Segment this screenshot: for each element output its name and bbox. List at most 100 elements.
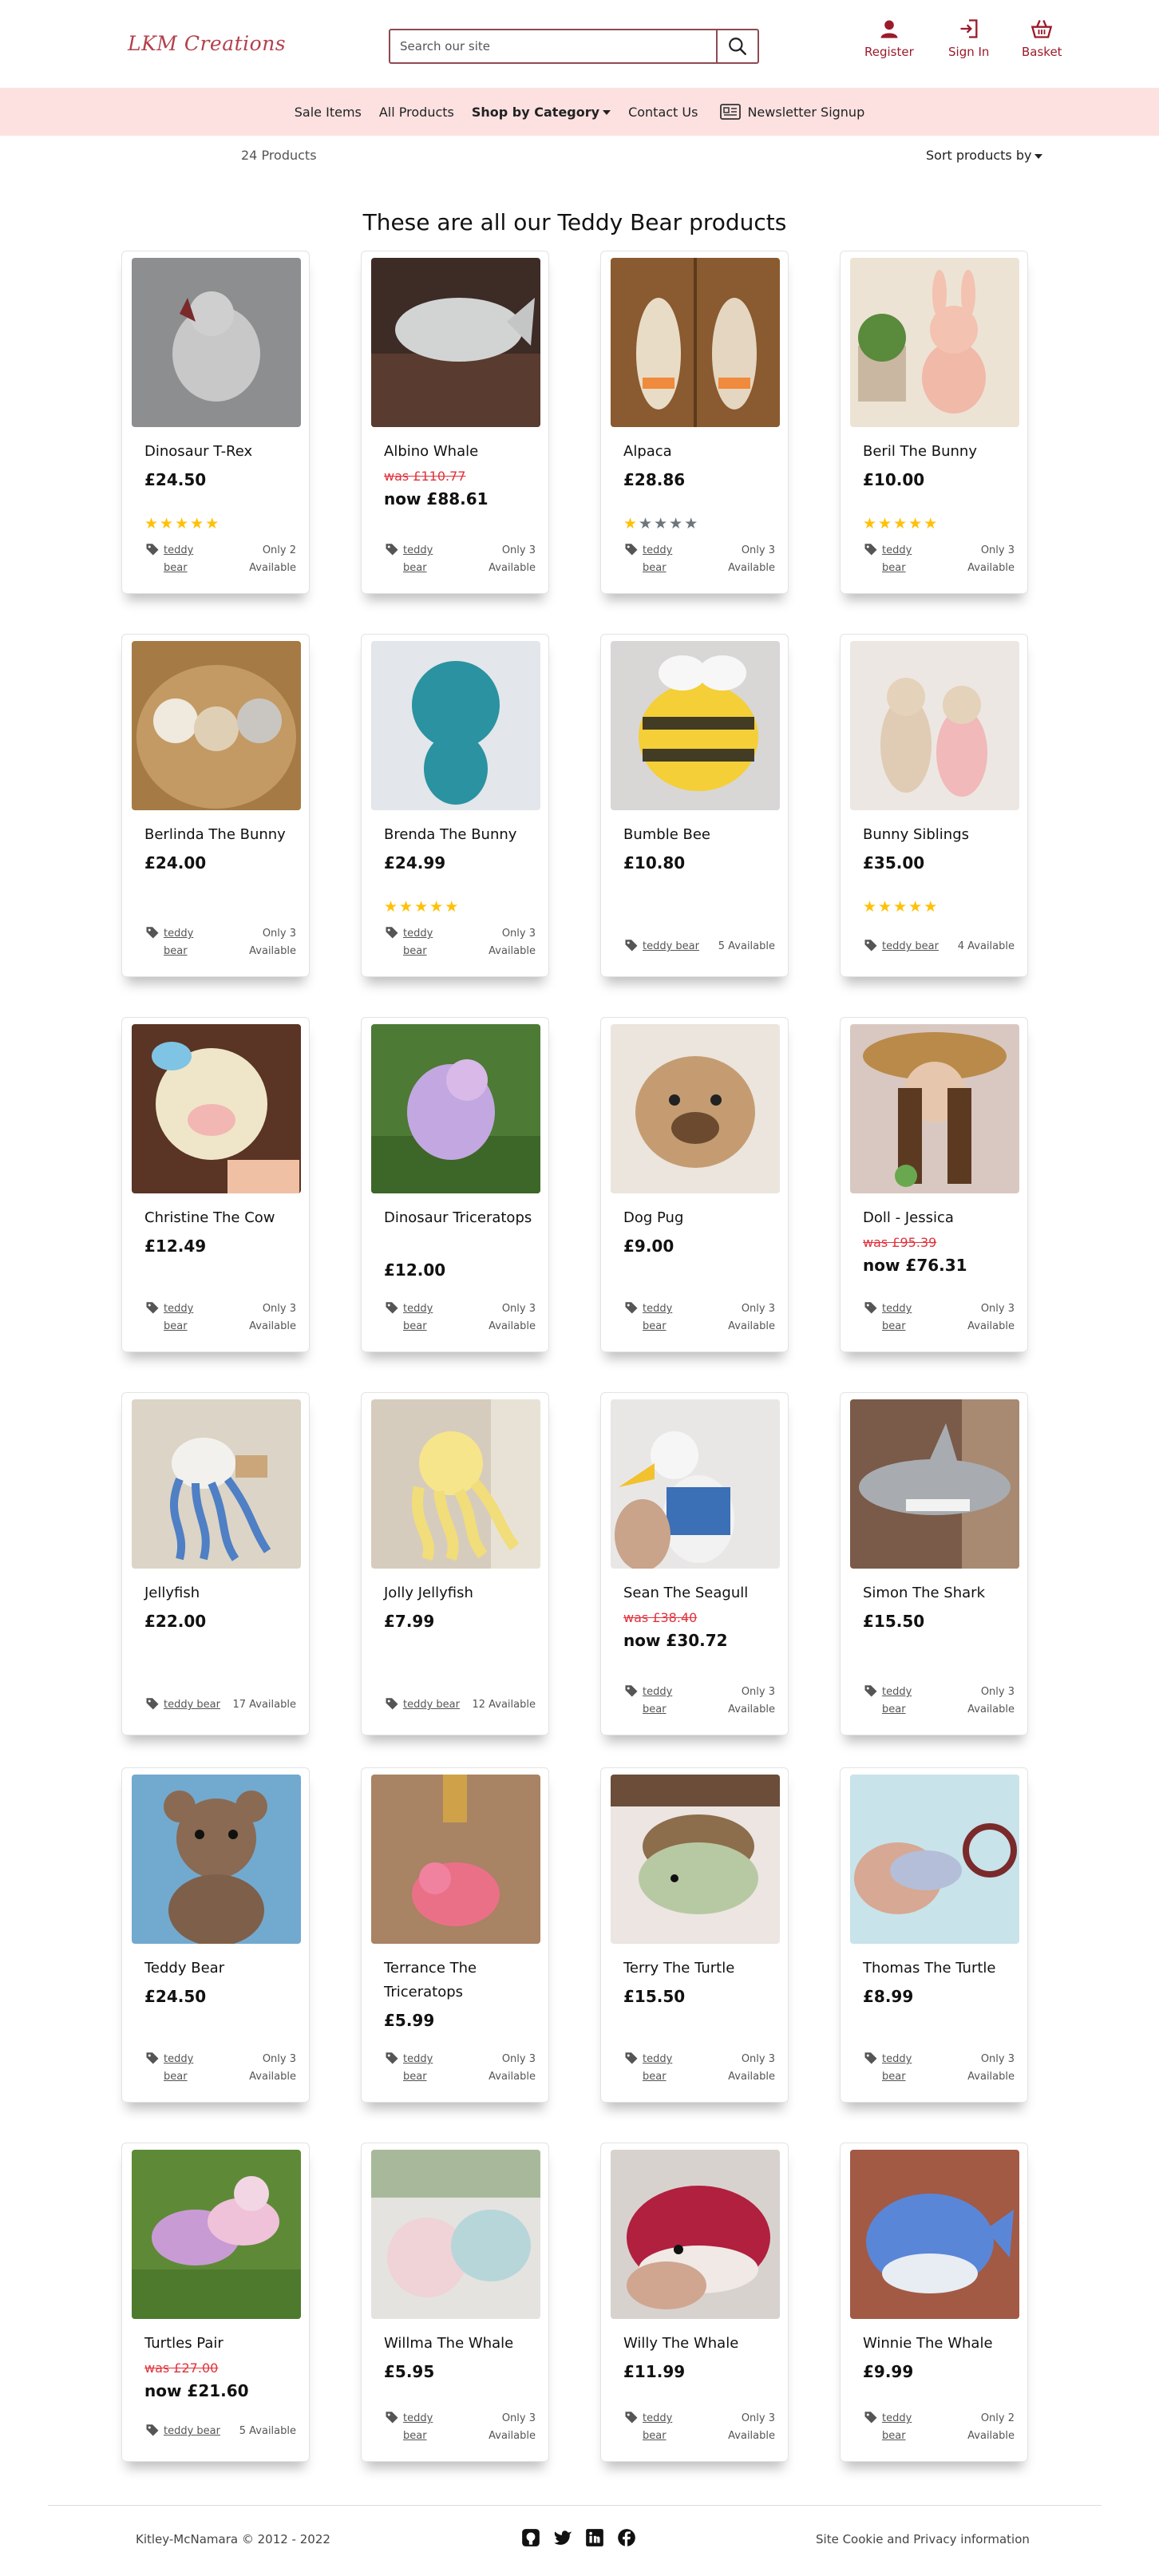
category-tag-link[interactable]: teddy bear — [384, 542, 435, 577]
product-image[interactable] — [850, 1399, 1019, 1569]
category-tag-link[interactable]: teddy bear — [144, 2423, 220, 2440]
product-image[interactable] — [611, 1775, 780, 1944]
product-card[interactable]: Willma The Whale £5.95 teddy bear Only 3 Av… — [361, 2143, 549, 2462]
search-input[interactable] — [390, 30, 716, 62]
product-image[interactable] — [611, 1024, 780, 1193]
product-image[interactable] — [132, 641, 301, 810]
category-tag-link[interactable]: teddy bear — [623, 1300, 674, 1335]
product-name[interactable]: Terry The Turtle — [623, 1957, 775, 1980]
product-card[interactable]: Brenda The Bunny £24.99 ★★★★★ teddy bear Onl… — [361, 634, 549, 977]
category-tag-link[interactable]: teddy bear — [863, 542, 914, 577]
category-tag-link[interactable]: teddy bear — [863, 938, 939, 956]
linkedin-icon[interactable] — [584, 2527, 605, 2548]
category-tag-link[interactable]: teddy bear — [863, 1300, 914, 1335]
product-card[interactable]: Turtles Pair was £27.00 now £21.60 teddy be… — [121, 2143, 310, 2462]
category-tag-link[interactable]: teddy bear — [384, 1300, 435, 1335]
search-button[interactable] — [716, 30, 758, 62]
facebook-icon[interactable] — [616, 2527, 637, 2548]
product-image[interactable] — [132, 2150, 301, 2319]
nav-contact-us[interactable]: Contact Us — [628, 105, 698, 120]
product-image[interactable] — [132, 1775, 301, 1944]
product-name[interactable]: Turtles Pair — [144, 2332, 296, 2356]
product-card[interactable]: Jolly Jellyfish £7.99 teddy bear 12 Availab… — [361, 1392, 549, 1735]
product-card[interactable]: Bumble Bee £10.80 teddy bear 5 Available — [600, 634, 789, 977]
product-card[interactable]: Teddy Bear £24.50 teddy bear Only 3 Availab… — [121, 1767, 310, 2103]
product-name[interactable]: Teddy Bear — [144, 1957, 296, 1980]
product-name[interactable]: Bunny Siblings — [863, 823, 1015, 847]
product-name[interactable]: Simon The Shark — [863, 1581, 1015, 1605]
category-tag-link[interactable]: teddy bear — [144, 1300, 196, 1335]
category-tag-link[interactable]: teddy bear — [144, 1696, 220, 1714]
product-image[interactable] — [850, 641, 1019, 810]
category-tag-link[interactable]: teddy bear — [384, 2410, 435, 2445]
product-card[interactable]: Jellyfish £22.00 teddy bear 17 Available — [121, 1392, 310, 1735]
product-name[interactable]: Willy The Whale — [623, 2332, 775, 2356]
product-card[interactable]: Dog Pug £9.00 teddy bear Only 3 Available — [600, 1017, 789, 1352]
category-tag-link[interactable]: teddy bear — [623, 542, 674, 577]
product-card[interactable]: Dinosaur T-Rex £24.50 ★★★★★ teddy bear Only … — [121, 251, 310, 594]
product-card[interactable]: Willy The Whale £11.99 teddy bear Only 3 Av… — [600, 2143, 789, 2462]
product-card[interactable]: Doll - Jessica was £95.39 now £76.31 teddy … — [840, 1017, 1028, 1352]
product-name[interactable]: Alpaca — [623, 440, 775, 464]
product-image[interactable] — [850, 2150, 1019, 2319]
category-tag-link[interactable]: teddy bear — [623, 2410, 674, 2445]
product-image[interactable] — [611, 1399, 780, 1569]
product-image[interactable] — [371, 2150, 540, 2319]
category-tag-link[interactable]: teddy bear — [384, 2051, 435, 2086]
product-image[interactable] — [371, 641, 540, 810]
product-image[interactable] — [371, 258, 540, 427]
category-tag-link[interactable]: teddy bear — [384, 1696, 460, 1714]
product-name[interactable]: Brenda The Bunny — [384, 823, 536, 847]
product-name[interactable]: Jolly Jellyfish — [384, 1581, 536, 1605]
product-name[interactable]: Thomas The Turtle — [863, 1957, 1015, 1980]
twitter-icon[interactable] — [552, 2527, 573, 2548]
nav-sale-items[interactable]: Sale Items — [295, 105, 362, 120]
product-name[interactable]: Dinosaur Triceratops — [384, 1206, 536, 1230]
product-card[interactable]: Bunny Siblings £35.00 ★★★★★ teddy bear 4 Ava… — [840, 634, 1028, 977]
register-link[interactable]: Register — [864, 18, 914, 59]
product-card[interactable]: Thomas The Turtle £8.99 teddy bear Only 3 A… — [840, 1767, 1028, 2103]
product-image[interactable] — [132, 1399, 301, 1569]
site-logo[interactable]: LKM Creations — [128, 32, 286, 55]
product-image[interactable] — [850, 1024, 1019, 1193]
product-image[interactable] — [850, 258, 1019, 427]
category-tag-link[interactable]: teddy bear — [144, 925, 196, 960]
product-card[interactable]: Terry The Turtle £15.50 teddy bear Only 3 A… — [600, 1767, 789, 2103]
category-tag-link[interactable]: teddy bear — [623, 2051, 674, 2086]
product-image[interactable] — [611, 641, 780, 810]
product-image[interactable] — [132, 1024, 301, 1193]
product-card[interactable]: Albino Whale was £110.77 now £88.61 teddy b… — [361, 251, 549, 594]
product-image[interactable] — [850, 1775, 1019, 1944]
nav-all-products[interactable]: All Products — [379, 105, 454, 120]
product-image[interactable] — [371, 1399, 540, 1569]
category-tag-link[interactable]: teddy bear — [144, 2051, 196, 2086]
product-name[interactable]: Sean The Seagull — [623, 1581, 775, 1605]
product-name[interactable]: Berlinda The Bunny — [144, 823, 296, 847]
product-card[interactable]: Berlinda The Bunny £24.00 teddy bear Only 3… — [121, 634, 310, 977]
product-image[interactable] — [132, 258, 301, 427]
category-tag-link[interactable]: teddy bear — [623, 938, 699, 956]
cookie-privacy-link[interactable]: Site Cookie and Privacy information — [816, 2532, 1030, 2546]
product-card[interactable]: Christine The Cow £12.49 teddy bear Only 3 … — [121, 1017, 310, 1352]
product-name[interactable]: Dog Pug — [623, 1206, 775, 1230]
product-image[interactable] — [611, 258, 780, 427]
basket-link[interactable]: Basket — [1022, 18, 1062, 59]
product-name[interactable]: Bumble Bee — [623, 823, 775, 847]
product-card[interactable]: Dinosaur Triceratops £12.00 teddy bear Only… — [361, 1017, 549, 1352]
product-image[interactable] — [611, 2150, 780, 2319]
product-card[interactable]: Terrance The Triceratops £5.99 teddy bear O… — [361, 1767, 549, 2103]
sign-in-link[interactable]: Sign In — [948, 18, 989, 59]
nav-newsletter[interactable]: Newsletter Signup — [720, 104, 864, 120]
product-name[interactable]: Dinosaur T-Rex — [144, 440, 296, 464]
product-image[interactable] — [371, 1024, 540, 1193]
category-tag-link[interactable]: teddy bear — [384, 925, 435, 960]
category-tag-link[interactable]: teddy bear — [623, 1684, 674, 1719]
product-name[interactable]: Albino Whale — [384, 440, 536, 464]
product-card[interactable]: Sean The Seagull was £38.40 now £30.72 tedd… — [600, 1392, 789, 1735]
product-image[interactable] — [371, 1775, 540, 1944]
product-name[interactable]: Doll - Jessica — [863, 1206, 1015, 1230]
category-tag-link[interactable]: teddy bear — [144, 542, 196, 577]
product-name[interactable]: Terrance The Triceratops — [384, 1957, 536, 2004]
product-name[interactable]: Christine The Cow — [144, 1206, 296, 1230]
category-tag-link[interactable]: teddy bear — [863, 2410, 914, 2445]
